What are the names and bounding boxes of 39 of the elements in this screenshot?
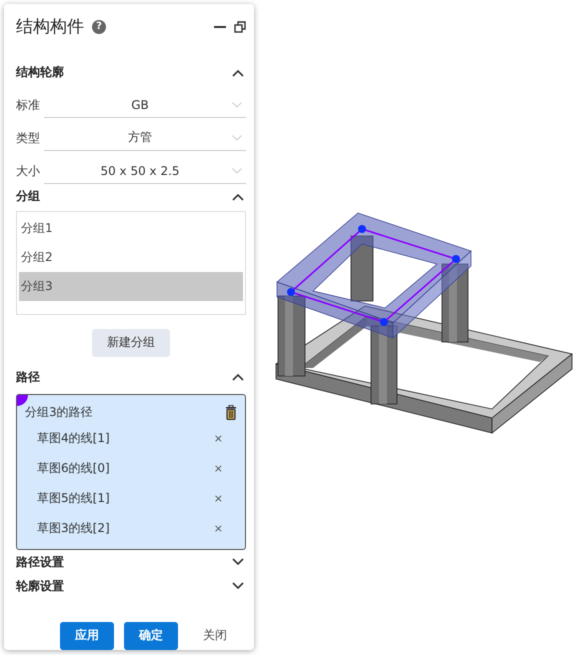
expand-chevron-icon[interactable] <box>232 582 244 590</box>
section-title: 轮廓设置 <box>16 578 64 595</box>
collapse-chevron-icon[interactable] <box>232 68 244 77</box>
remove-button[interactable]: × <box>214 462 223 475</box>
expand-chevron-icon[interactable] <box>232 558 244 566</box>
help-icon[interactable]: ? <box>92 20 106 34</box>
section-title: 路径 <box>16 368 40 386</box>
section-title: 结构轮廓 <box>16 64 64 82</box>
caret-icon <box>232 168 242 174</box>
collapse-chevron-icon[interactable] <box>232 373 244 382</box>
trash-icon[interactable] <box>225 404 237 420</box>
new-group-button[interactable]: 新建分组 <box>92 328 170 357</box>
close-button[interactable]: 关闭 <box>188 622 242 650</box>
caret-icon <box>232 102 242 108</box>
dropdown-field[interactable]: GB <box>44 93 246 118</box>
group-list-item[interactable]: 分组2 <box>19 243 243 272</box>
group-list-item[interactable]: 分组1 <box>19 214 243 244</box>
restore-icon[interactable] <box>234 20 246 33</box>
field-label: 大小 <box>16 162 41 180</box>
collapse-chevron-icon[interactable] <box>232 192 244 201</box>
group-list-item[interactable]: 分组3 <box>19 272 243 302</box>
section-title: 路径设置 <box>16 554 64 571</box>
path-card-title: 分组3的路径 <box>25 404 93 421</box>
primary-button[interactable]: 应用 <box>60 622 114 650</box>
dropdown-field[interactable]: 方管 <box>44 126 246 151</box>
dropdown-field[interactable]: 50 x 50 x 2.5 <box>44 158 246 184</box>
field-label: 标准 <box>16 97 41 114</box>
remove-button[interactable]: × <box>214 522 223 535</box>
remove-button[interactable]: × <box>214 492 223 505</box>
path-item-label: 草图5的线[1] <box>37 490 110 507</box>
section-title: 分组 <box>16 188 40 206</box>
dialog-title: 结构构件 <box>16 16 84 38</box>
field-label: 类型 <box>16 130 41 147</box>
path-item-label: 草图4的线[1] <box>37 430 110 447</box>
primary-button[interactable]: 确定 <box>124 622 178 650</box>
path-item-label: 草图3的线[2] <box>37 520 110 537</box>
path-item-label: 草图6的线[0] <box>37 460 110 477</box>
caret-icon <box>232 134 242 141</box>
remove-button[interactable]: × <box>214 432 223 445</box>
